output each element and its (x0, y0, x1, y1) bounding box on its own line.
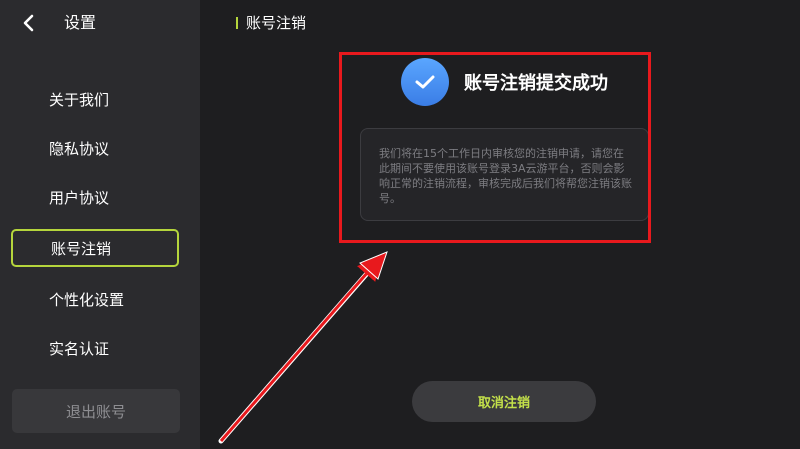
chevron-left-icon (23, 14, 34, 32)
sidebar-item-personalization[interactable]: 个性化设置 (49, 289, 124, 311)
sidebar: 设置 关于我们 隐私协议 用户协议 账号注销 个性化设置 实名认证 退出账号 (0, 0, 200, 449)
sidebar-item-user-agreement[interactable]: 用户协议 (49, 187, 109, 209)
cancel-deletion-button[interactable]: 取消注销 (412, 381, 596, 422)
sidebar-item-label: 账号注销 (51, 239, 112, 258)
sidebar-item-realname[interactable]: 实名认证 (49, 338, 109, 360)
back-icon[interactable] (18, 12, 40, 34)
page-title: 账号注销 (246, 14, 307, 32)
annotation-highlight-box (339, 52, 651, 243)
sidebar-title: 设置 (64, 13, 97, 32)
page-header: 账号注销 (236, 12, 306, 34)
logout-button[interactable]: 退出账号 (12, 389, 180, 433)
sidebar-item-privacy[interactable]: 隐私协议 (49, 138, 109, 160)
sidebar-item-about[interactable]: 关于我们 (49, 89, 109, 111)
header-accent-bar (236, 17, 238, 29)
sidebar-item-account-cancel[interactable]: 账号注销 (11, 229, 179, 267)
